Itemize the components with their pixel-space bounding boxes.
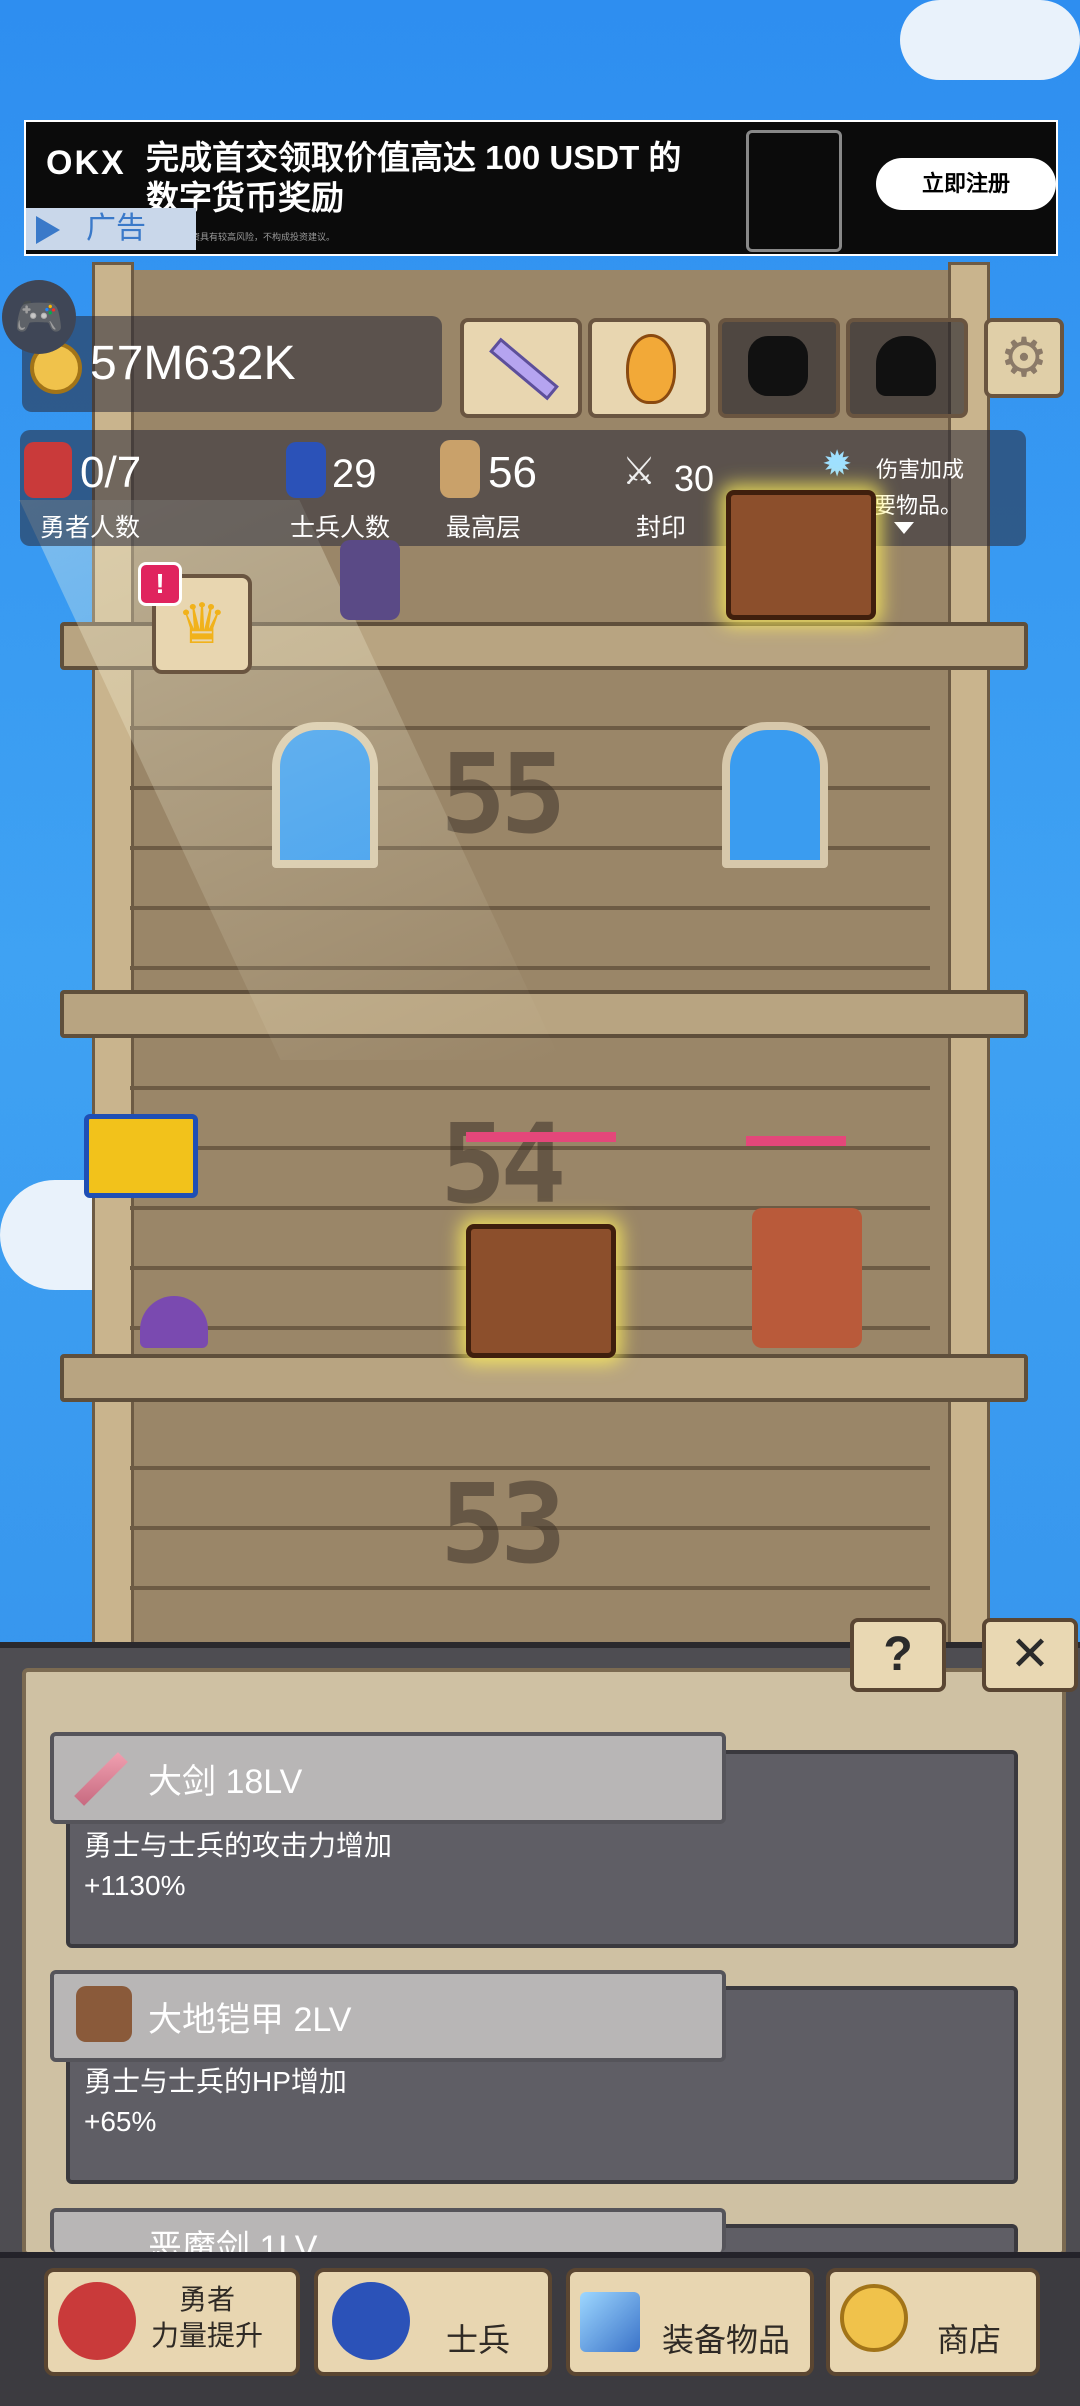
hero-count-icon — [24, 442, 72, 498]
floor-number-55: 55 — [440, 730, 566, 858]
hero-count-label: 勇者人数 — [40, 514, 141, 542]
alert-badge-icon: ! — [138, 562, 182, 606]
equipment-card-header: 恶魔剑 1LV — [50, 2208, 726, 2252]
max-floor-value: 56 — [488, 448, 537, 497]
floor-number-53: 53 — [440, 1460, 566, 1588]
soldier-count-label: 士兵人数 — [290, 514, 391, 542]
gamepad-icon[interactable]: 🎮 — [2, 280, 76, 354]
armor-icon — [76, 1986, 132, 2042]
nav-hero-power-button[interactable]: 勇者 力量提升 — [44, 2268, 300, 2376]
cloud — [900, 0, 1080, 80]
treasure-chest[interactable] — [466, 1224, 616, 1358]
equipment-value: +1130% — [84, 1870, 186, 1901]
equipment-card-header: 大地铠甲 2LV — [50, 1970, 726, 2062]
ad-play-icon — [36, 216, 60, 244]
ad-register-button[interactable]: 立即注册 — [876, 158, 1056, 210]
hero-count-value: 0/7 — [80, 448, 142, 497]
flame-icon — [626, 334, 676, 404]
item-slot-wand[interactable] — [460, 318, 582, 418]
floor-number-54: 54 — [440, 1100, 566, 1228]
nav-equipment-button[interactable]: 装备物品 — [566, 2268, 814, 2376]
sword-icon — [580, 2292, 640, 2352]
ad-title: 完成首交领取价值高达 100 USDT 的数字货币奖励 — [146, 139, 682, 216]
locked-silhouette-icon — [748, 336, 808, 396]
equipment-description: 勇士与士兵的HP增加 — [84, 2066, 347, 2097]
soldier-icon — [332, 2282, 410, 2360]
treasure-chest[interactable] — [726, 490, 876, 620]
hp-bar — [466, 1132, 616, 1142]
hero-icon — [58, 2282, 136, 2360]
settings-gear-icon[interactable]: ⚙ — [984, 318, 1064, 398]
max-floor-label: 最高层 — [446, 514, 522, 542]
ad-logo: OKX — [46, 144, 126, 182]
gold-amount: 57M632K — [90, 337, 296, 390]
soldier-count-icon — [286, 442, 326, 498]
dropdown-arrow-icon[interactable] — [894, 522, 914, 534]
tower-window — [722, 722, 828, 868]
sword-icon — [74, 1752, 128, 1806]
cloud-chest-icon[interactable] — [84, 1114, 198, 1198]
close-button[interactable]: ✕ — [982, 1618, 1078, 1692]
crossed-swords-icon: ⚔ — [622, 451, 657, 493]
equipment-title: 恶魔剑 1LV — [148, 2229, 318, 2252]
ad-banner[interactable]: OKX 完成首交领取价值高达 100 USDT 的数字货币奖励 数字资产投资具有… — [24, 120, 1058, 256]
nav-hero-power-label: 勇者 力量提升 — [150, 2284, 263, 2351]
nav-soldier-label: 士兵 — [445, 2322, 510, 2358]
nav-shop-button[interactable]: 商店 — [826, 2268, 1040, 2376]
goblin-enemy[interactable] — [752, 1208, 862, 1348]
locked-silhouette-icon — [876, 336, 936, 396]
nav-soldier-button[interactable]: 士兵 — [314, 2268, 552, 2376]
soldier-count-value: 29 — [332, 452, 377, 496]
ad-illustration-icon — [746, 130, 842, 252]
damage-bonus-icon: ✹ — [822, 443, 853, 484]
nav-shop-label: 商店 — [936, 2322, 1001, 2358]
wand-icon — [489, 337, 559, 401]
damage-bonus-title: 伤害加成 — [876, 457, 965, 482]
equipment-title: 大地铠甲 2LV — [148, 2001, 352, 2039]
equipment-value: +65% — [84, 2106, 157, 2137]
nav-equipment-label: 装备物品 — [661, 2322, 790, 2358]
item-slot-flame[interactable] — [588, 318, 710, 418]
help-button[interactable]: ? — [850, 1618, 946, 1692]
hp-bar — [746, 1136, 846, 1146]
item-slot-locked[interactable] — [718, 318, 840, 418]
equipment-title: 大剑 18LV — [148, 1763, 303, 1801]
seal-label: 封印 — [636, 514, 687, 542]
equipment-description: 勇士与士兵的攻击力增加 — [84, 1830, 393, 1861]
floor-ledge — [60, 1354, 1028, 1402]
seal-value: 30 — [674, 458, 715, 499]
coin-icon — [840, 2284, 908, 2352]
max-floor-icon — [440, 440, 480, 498]
item-slot-locked[interactable] — [846, 318, 968, 418]
witch-character[interactable] — [340, 540, 400, 620]
equipment-card-header: 大剑 18LV — [50, 1732, 726, 1824]
